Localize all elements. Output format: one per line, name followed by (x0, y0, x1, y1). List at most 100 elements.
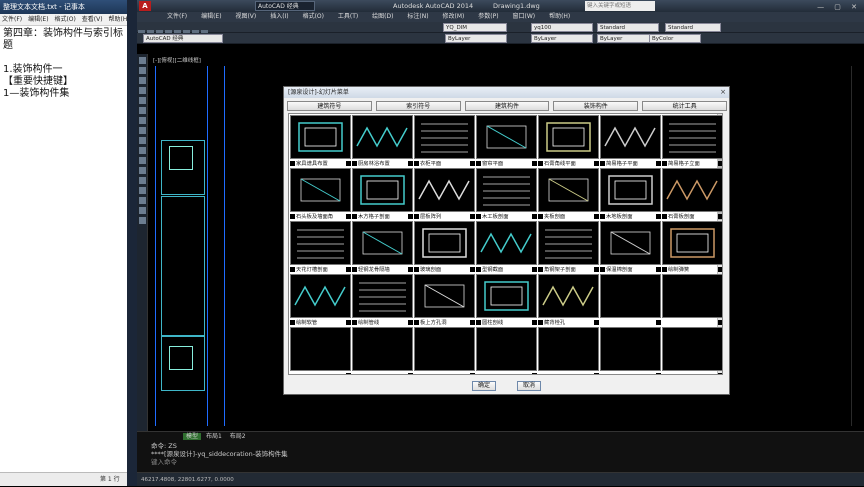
slide-thumbnail-image[interactable] (414, 327, 475, 371)
slide-thumbnail-image[interactable] (414, 115, 475, 159)
slide-thumbnail-image[interactable] (290, 327, 351, 371)
slide-thumbnail-image[interactable] (476, 168, 537, 212)
slide-item[interactable]: 藏背栓孔 (538, 274, 599, 327)
menu-window[interactable]: 窗口(W) (513, 13, 536, 20)
gradient-tool-icon[interactable] (139, 187, 146, 194)
slide-item[interactable]: 石头板及墙面角 (290, 168, 351, 221)
region-tool-icon[interactable] (139, 197, 146, 204)
notepad-menu-edit[interactable]: 编辑(E) (28, 16, 48, 23)
slide-item[interactable]: 家具谱具布置 (290, 115, 351, 168)
slide-item[interactable]: 绘制软管 (290, 274, 351, 327)
slide-item[interactable] (662, 274, 722, 327)
slide-thumbnail-image[interactable] (352, 168, 413, 212)
tab-layout2[interactable]: 布局2 (227, 433, 249, 440)
slide-thumbnail-image[interactable] (414, 221, 475, 265)
menu-edit[interactable]: 编辑(E) (201, 13, 221, 20)
line-tool-icon[interactable] (139, 57, 146, 64)
ok-button[interactable]: 确定 (472, 381, 496, 391)
slide-item[interactable]: 木方格子剖面 (352, 168, 413, 221)
tab-building-components[interactable]: 建筑构件 (464, 101, 550, 111)
slide-thumbnail-image[interactable] (352, 327, 413, 371)
mtext-tool-icon[interactable] (139, 217, 146, 224)
slide-item[interactable]: 石膏板剖面 (662, 168, 722, 221)
polyline-tool-icon[interactable] (139, 67, 146, 74)
close-icon[interactable]: × (720, 87, 726, 98)
slide-thumbnail-image[interactable] (662, 221, 722, 265)
textstyle-combo[interactable]: yq100 (531, 23, 593, 32)
slide-item[interactable]: 简易格子平面 (600, 115, 661, 168)
menu-draw[interactable]: 绘图(D) (372, 13, 393, 20)
notepad-menu-format[interactable]: 格式(O) (54, 16, 75, 23)
slide-item[interactable]: 板上方孔洞 (414, 274, 475, 327)
slide-thumbnail-image[interactable] (662, 327, 722, 371)
layer-combo[interactable]: ByLayer (445, 34, 507, 43)
slide-item[interactable]: 木地板剖面 (600, 168, 661, 221)
slide-thumbnail-image[interactable] (476, 115, 537, 159)
slide-thumbnail-image[interactable] (352, 274, 413, 318)
slide-thumbnail-image[interactable] (538, 115, 599, 159)
slide-item[interactable]: 绘制弹簧 (662, 221, 722, 274)
standard-combo-2[interactable]: Standard (665, 23, 721, 32)
tab-statistics-tools[interactable]: 统计工具 (642, 101, 727, 111)
slide-thumbnail-image[interactable] (290, 168, 351, 212)
slide-item[interactable]: 木工板剖面 (476, 168, 537, 221)
slide-item[interactable] (352, 327, 413, 374)
tab-layout1[interactable]: 布局1 (203, 433, 225, 440)
slide-thumbnail-image[interactable] (662, 168, 722, 212)
slide-thumbnail-image[interactable] (600, 327, 661, 371)
slide-item[interactable]: 厨房林浴布置 (352, 115, 413, 168)
slide-item[interactable] (290, 327, 351, 374)
slide-item[interactable]: 保温棉剖面 (600, 221, 661, 274)
point-tool-icon[interactable] (139, 167, 146, 174)
menu-tools[interactable]: 工具(T) (338, 13, 358, 20)
slide-item[interactable]: 层板阵列 (414, 168, 475, 221)
color-combo[interactable]: ByColor (649, 34, 701, 43)
workspace-switcher[interactable]: AutoCAD 经典 (255, 1, 315, 11)
slide-thumbnail-image[interactable] (600, 115, 661, 159)
circle-tool-icon[interactable] (139, 107, 146, 114)
autocad-logo-icon[interactable]: A (139, 1, 151, 11)
slide-item[interactable] (414, 327, 475, 374)
revcloud-tool-icon[interactable] (139, 117, 146, 124)
menu-format[interactable]: 格式(O) (303, 13, 324, 20)
notepad-menu-view[interactable]: 查看(V) (82, 16, 103, 23)
hatch-tool-icon[interactable] (139, 177, 146, 184)
standard-combo-1[interactable]: Standard (597, 23, 659, 32)
menu-parametric[interactable]: 参数(P) (478, 13, 498, 20)
slide-thumbnail-image[interactable] (600, 221, 661, 265)
slide-item[interactable] (662, 327, 722, 374)
slide-item[interactable]: 简易格子立面 (662, 115, 722, 168)
slide-thumbnail-image[interactable] (538, 221, 599, 265)
spline-tool-icon[interactable] (139, 127, 146, 134)
slide-item[interactable]: 夹板剖面 (538, 168, 599, 221)
slide-thumbnail-image[interactable] (352, 115, 413, 159)
dimstyle-combo[interactable]: YQ_DIM (443, 23, 507, 32)
tab-architecture-symbols[interactable]: 建筑符号 (287, 101, 372, 111)
menu-insert[interactable]: 插入(I) (270, 13, 288, 20)
menu-view[interactable]: 视图(V) (235, 13, 256, 20)
make-block-icon[interactable] (139, 157, 146, 164)
table-tool-icon[interactable] (139, 207, 146, 214)
slide-item[interactable]: 角钢架子剖面 (538, 221, 599, 274)
command-input[interactable]: 键入命令 (151, 458, 864, 466)
tab-model[interactable]: 模型 (183, 433, 202, 440)
linetype-combo[interactable]: ByLayer (531, 34, 593, 43)
workspace-combo[interactable]: AutoCAD 经典 (143, 34, 223, 43)
search-input[interactable]: 键入关键字或短语 (585, 1, 655, 11)
insert-block-icon[interactable] (139, 147, 146, 154)
slide-thumbnail-image[interactable] (600, 274, 661, 318)
menu-file[interactable]: 文件(F) (167, 13, 187, 20)
slide-thumbnail-image[interactable] (538, 274, 599, 318)
window-controls-icon[interactable]: — ▢ ✕ (817, 1, 861, 13)
slide-thumbnail-image[interactable] (476, 274, 537, 318)
slide-thumbnail-image[interactable] (352, 221, 413, 265)
rectangle-tool-icon[interactable] (139, 87, 146, 94)
slide-item[interactable] (600, 327, 661, 374)
arc-tool-icon[interactable] (139, 97, 146, 104)
slide-thumbnail-image[interactable] (414, 274, 475, 318)
menu-help[interactable]: 帮助(H) (549, 13, 570, 20)
cancel-button[interactable]: 取消 (517, 381, 541, 391)
notepad-text-area[interactable]: 第四章：装饰构件与索引标题 1.装饰构件一 【重要快捷键】 1—装饰构件集 (0, 26, 133, 102)
slide-item[interactable]: 天花灯槽剖面 (290, 221, 351, 274)
slide-item[interactable] (600, 274, 661, 327)
